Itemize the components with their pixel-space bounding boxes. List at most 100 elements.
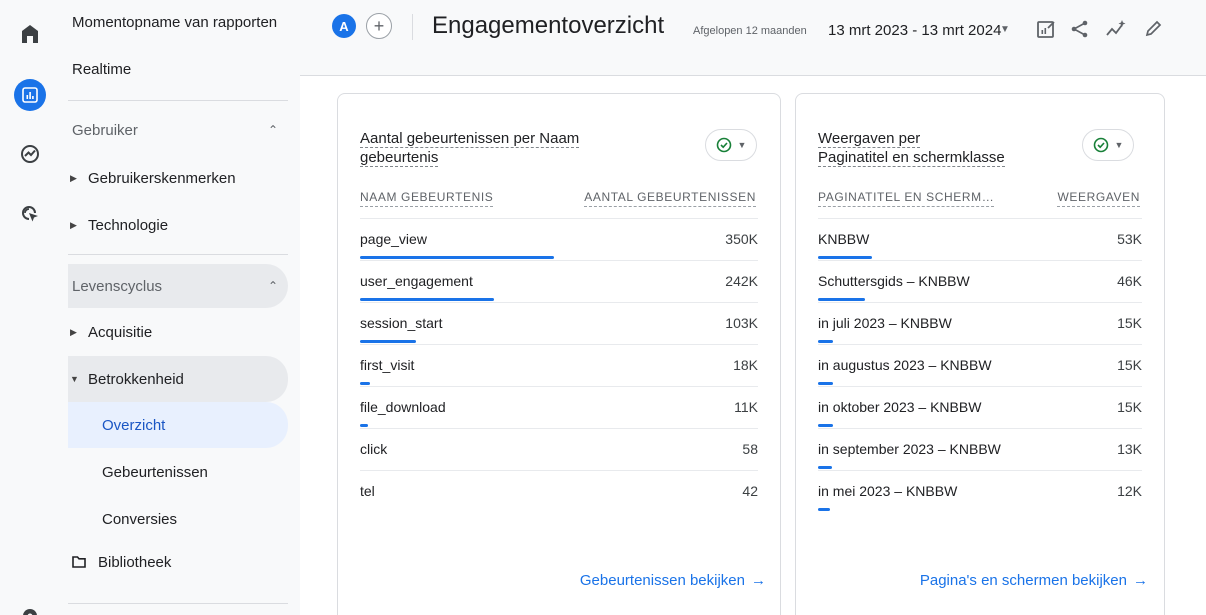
chevron-up-icon: ⌃ bbox=[267, 279, 278, 293]
date-range-label[interactable]: Afgelopen 12 maanden bbox=[693, 25, 807, 37]
chevron-down-icon: ▼ bbox=[1114, 140, 1124, 150]
row-value: 46K bbox=[1117, 273, 1142, 289]
date-range-picker[interactable]: 13 mrt 2023 - 13 mrt 2024 bbox=[828, 22, 1001, 39]
row-name: file_download bbox=[360, 399, 446, 415]
table-row[interactable]: in augustus 2023 – KNBBW 15K bbox=[818, 344, 1142, 386]
comparison-avatar[interactable]: A bbox=[332, 14, 356, 38]
table-row[interactable]: click 58 bbox=[360, 428, 758, 470]
row-bar bbox=[818, 508, 830, 511]
sidebar-item-label: Technologie bbox=[88, 216, 169, 234]
sidebar-section-lifecycle[interactable]: Levenscyclus ⌃ bbox=[68, 264, 288, 308]
events-card: Aantal gebeurtenissen per Naam gebeurten… bbox=[337, 93, 781, 615]
row-bar bbox=[818, 466, 832, 469]
arrow-right-icon: → bbox=[1133, 572, 1148, 589]
share-icon[interactable] bbox=[1067, 16, 1093, 42]
row-value: 103K bbox=[725, 315, 758, 331]
row-bar bbox=[818, 256, 872, 259]
table-row[interactable]: in september 2023 – KNBBW 13K bbox=[818, 428, 1142, 470]
report-header: A + Engagementoverzicht Afgelopen 12 maa… bbox=[300, 0, 1206, 76]
row-name: in mei 2023 – KNBBW bbox=[818, 483, 958, 499]
row-bar bbox=[360, 424, 368, 427]
row-name: Schuttersgids – KNBBW bbox=[818, 273, 970, 289]
add-comparison-button[interactable]: + bbox=[366, 13, 392, 39]
table-row[interactable]: in mei 2023 – KNBBW 12K bbox=[818, 470, 1142, 512]
row-name: KNBBW bbox=[818, 231, 870, 247]
edit-icon[interactable] bbox=[1140, 16, 1166, 42]
row-value: 58 bbox=[742, 441, 758, 457]
advertising-icon[interactable] bbox=[14, 198, 46, 230]
row-name: session_start bbox=[360, 315, 443, 331]
link-label: Pagina's en schermen bekijken bbox=[919, 572, 1127, 589]
caret-right-icon: ▶ bbox=[70, 219, 77, 230]
sidebar-item-label: Acquisitie bbox=[88, 323, 153, 341]
sidebar-section-user[interactable]: Gebruiker ⌃ bbox=[68, 108, 288, 152]
row-value: 15K bbox=[1117, 315, 1142, 331]
table-row[interactable]: tel 42 bbox=[360, 470, 758, 512]
home-icon[interactable] bbox=[14, 18, 46, 50]
row-bar bbox=[360, 340, 416, 343]
customize-report-icon[interactable] bbox=[1033, 16, 1059, 42]
row-name: in augustus 2023 – KNBBW bbox=[818, 357, 992, 373]
row-bar bbox=[818, 424, 833, 427]
column-header-name: PAGINATITEL EN SCHERM… bbox=[818, 190, 995, 207]
view-pages-link[interactable]: Pagina's en schermen bekijken → bbox=[920, 572, 1148, 589]
explore-icon[interactable] bbox=[14, 138, 46, 170]
table-row[interactable]: Schuttersgids – KNBBW 46K bbox=[818, 260, 1142, 302]
sidebar: Momentopname van rapporten Realtime Gebr… bbox=[60, 0, 300, 615]
comparison-chip[interactable]: ▼ bbox=[705, 129, 757, 161]
sidebar-item-conversions[interactable]: Conversies bbox=[68, 497, 288, 541]
column-header-value: WEERGAVEN bbox=[1057, 190, 1140, 207]
row-bar bbox=[360, 298, 494, 301]
table-row[interactable]: file_download 11K bbox=[360, 386, 758, 428]
arrow-right-icon: → bbox=[751, 572, 766, 589]
page-title: Engagementoverzicht bbox=[432, 12, 665, 39]
sidebar-item-label: Betrokkenheid bbox=[88, 370, 184, 388]
table-row[interactable]: in oktober 2023 – KNBBW 15K bbox=[818, 386, 1142, 428]
sidebar-item-acquisition[interactable]: ▶ Acquisitie bbox=[68, 310, 288, 354]
caret-down-icon: ▼ bbox=[70, 374, 79, 384]
card-title-line2: Paginatitel en schermklasse bbox=[818, 149, 1005, 167]
row-bar bbox=[818, 382, 833, 385]
sidebar-divider bbox=[68, 100, 288, 101]
sidebar-item-technology[interactable]: ▶ Technologie bbox=[68, 203, 288, 247]
row-name: in juli 2023 – KNBBW bbox=[818, 315, 952, 331]
sidebar-item-snapshot[interactable]: Momentopname van rapporten bbox=[68, 0, 288, 44]
table-row[interactable]: KNBBW 53K bbox=[818, 218, 1142, 260]
insights-icon[interactable] bbox=[1103, 16, 1129, 42]
row-name: click bbox=[360, 441, 388, 457]
row-name: user_engagement bbox=[360, 273, 473, 289]
table-row[interactable]: page_view 350K bbox=[360, 218, 758, 260]
reports-icon[interactable] bbox=[14, 79, 46, 111]
chevron-up-icon: ⌃ bbox=[267, 123, 278, 137]
sidebar-item-engagement[interactable]: ▼ Betrokkenheid bbox=[68, 356, 288, 402]
sidebar-item-library[interactable]: Bibliotheek bbox=[68, 540, 288, 584]
link-label: Gebeurtenissen bekijken bbox=[579, 572, 745, 589]
settings-icon[interactable] bbox=[14, 600, 46, 615]
row-bar bbox=[818, 298, 865, 301]
card-title: Weergaven per Paginatitel en schermklass… bbox=[818, 129, 1058, 167]
column-header-name: NAAM GEBEURTENIS bbox=[360, 190, 494, 207]
sidebar-item-overview[interactable]: Overzicht bbox=[68, 402, 288, 448]
header-divider bbox=[412, 14, 413, 40]
chevron-down-icon[interactable]: ▼ bbox=[1000, 24, 1010, 35]
row-value: 242K bbox=[725, 273, 758, 289]
row-value: 42 bbox=[742, 483, 758, 499]
table-row[interactable]: first_visit 18K bbox=[360, 344, 758, 386]
caret-right-icon: ▶ bbox=[70, 172, 77, 183]
table-row[interactable]: session_start 103K bbox=[360, 302, 758, 344]
row-value: 11K bbox=[734, 399, 758, 415]
sidebar-section-label: Levenscyclus bbox=[72, 277, 163, 295]
chevron-down-icon: ▼ bbox=[737, 140, 747, 150]
table-row[interactable]: in juli 2023 – KNBBW 15K bbox=[818, 302, 1142, 344]
icon-rail bbox=[0, 0, 60, 615]
table-row[interactable]: user_engagement 242K bbox=[360, 260, 758, 302]
row-name: in oktober 2023 – KNBBW bbox=[818, 399, 982, 415]
sidebar-item-events[interactable]: Gebeurtenissen bbox=[68, 450, 288, 494]
sidebar-item-realtime[interactable]: Realtime bbox=[68, 47, 288, 91]
sidebar-item-user-attributes[interactable]: ▶ Gebruikerskenmerken bbox=[68, 156, 288, 200]
comparison-chip[interactable]: ▼ bbox=[1082, 129, 1134, 161]
sidebar-divider bbox=[68, 254, 288, 255]
row-value: 15K bbox=[1117, 399, 1142, 415]
pages-table: KNBBW 53K Schuttersgids – KNBBW 46K in juli … bbox=[818, 218, 1142, 512]
view-events-link[interactable]: Gebeurtenissen bekijken → bbox=[580, 572, 766, 589]
